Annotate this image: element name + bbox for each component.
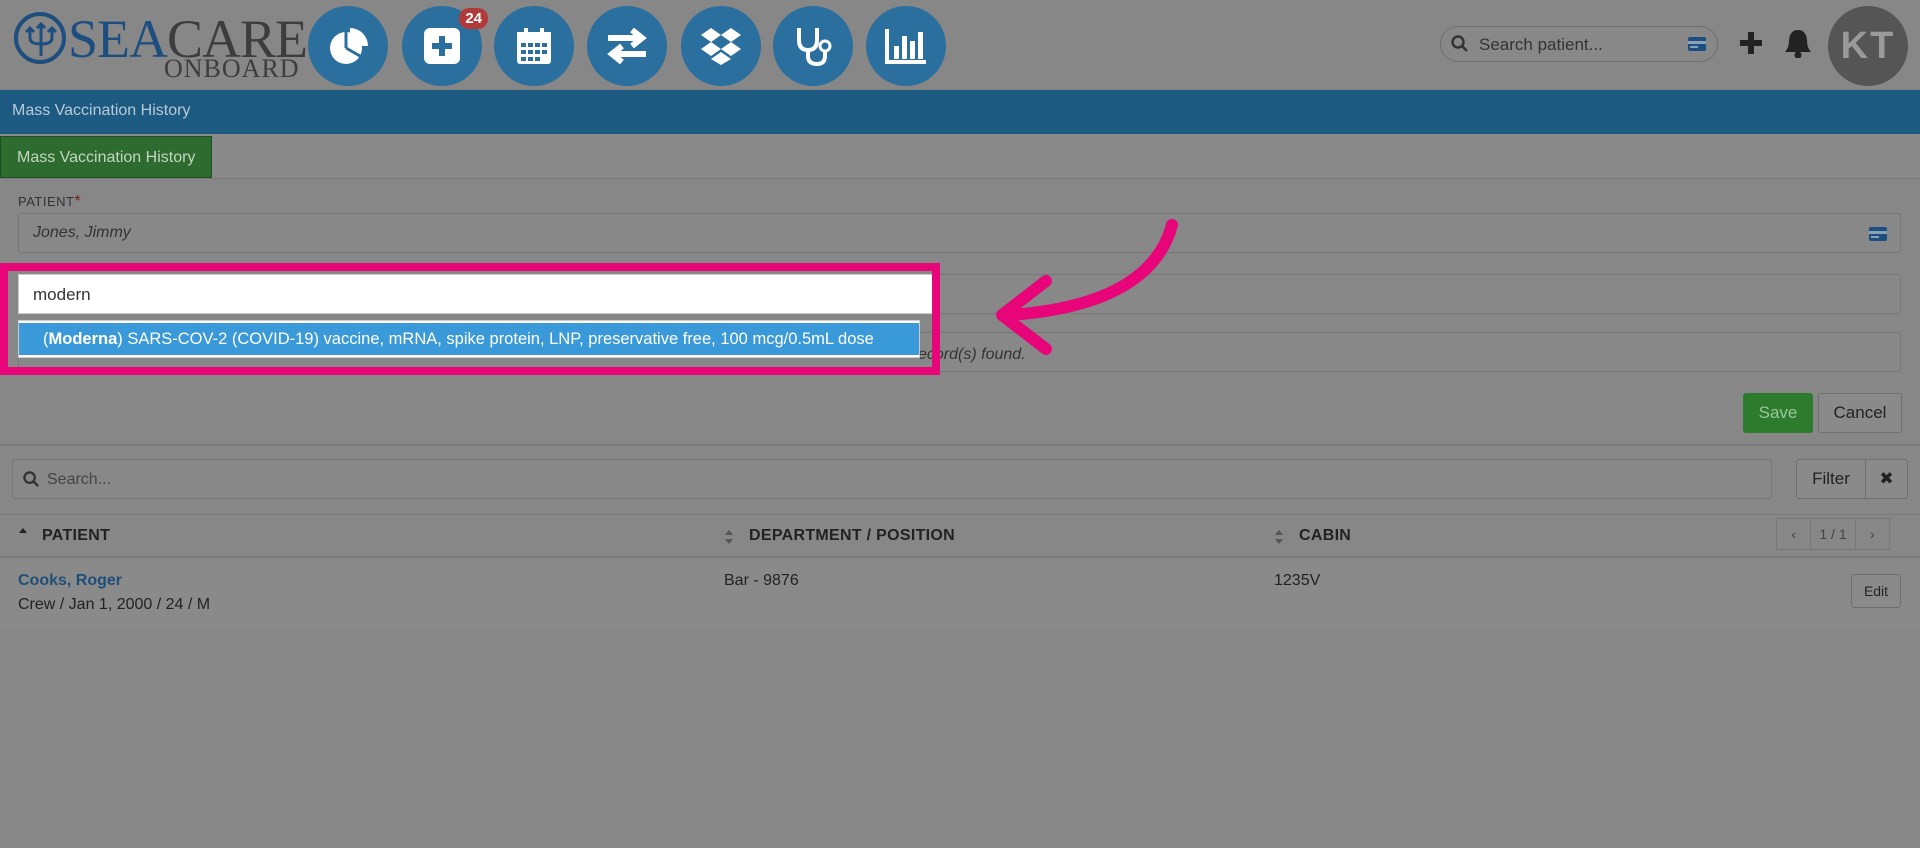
patient-search-input[interactable] xyxy=(1477,29,1681,61)
trident-icon xyxy=(14,12,66,64)
list-search-input[interactable] xyxy=(45,464,1649,496)
id-card-icon[interactable] xyxy=(1687,36,1707,52)
column-cabin[interactable]: CABIN xyxy=(1299,527,1351,545)
department-cell: Bar - 9876 xyxy=(724,572,799,589)
patient-value: Jones, Jimmy xyxy=(33,224,131,241)
search-icon xyxy=(23,471,39,487)
prev-page-button[interactable]: ‹ xyxy=(1777,519,1812,549)
tab-bar: Mass Vaccination History xyxy=(0,134,1920,179)
nav-stethoscope-button[interactable] xyxy=(773,6,853,86)
sort-asc-icon[interactable] xyxy=(18,527,28,535)
bell-icon[interactable] xyxy=(1784,28,1812,58)
sort-icon[interactable] xyxy=(724,529,734,545)
filter-button[interactable]: Filter xyxy=(1796,459,1866,499)
cancel-button[interactable]: Cancel xyxy=(1818,393,1902,433)
section-divider xyxy=(0,444,1920,446)
column-patient[interactable]: PATIENT xyxy=(42,527,110,545)
stethoscope-icon xyxy=(797,28,832,67)
tab-mass-vaccination-history[interactable]: Mass Vaccination History xyxy=(0,136,213,178)
dropbox-icon xyxy=(701,28,741,65)
search-icon xyxy=(1451,35,1468,52)
pagination: ‹ 1 / 1 › xyxy=(1776,518,1890,550)
next-page-button[interactable]: › xyxy=(1854,519,1889,549)
add-icon[interactable] xyxy=(1738,30,1764,56)
bar-chart-icon xyxy=(885,29,926,64)
calendar-icon xyxy=(517,28,551,64)
pie-chart-icon xyxy=(330,28,368,64)
patient-name-link[interactable]: Cooks, Roger xyxy=(18,572,122,590)
transfer-arrows-icon xyxy=(607,27,647,65)
edit-button[interactable]: Edit xyxy=(1851,574,1901,608)
patient-field[interactable]: Jones, Jimmy xyxy=(18,213,1901,253)
table-row: Cooks, Roger Crew / Jan 1, 2000 / 24 / M… xyxy=(0,558,1920,630)
brand-sub: ONBOARD xyxy=(164,54,300,83)
table-header: PATIENT DEPARTMENT / POSITION CABIN xyxy=(0,514,1920,558)
medical-plus-icon xyxy=(424,28,460,64)
column-department[interactable]: DEPARTMENT / POSITION xyxy=(749,527,955,545)
page-title-bar: Mass Vaccination History xyxy=(0,90,1920,134)
page-title: Mass Vaccination History xyxy=(12,102,191,119)
nav-reports-button[interactable] xyxy=(866,6,946,86)
annotation-arrow-icon xyxy=(996,219,1178,355)
cabin-cell: 1235V xyxy=(1274,572,1321,589)
nav-transfer-button[interactable] xyxy=(587,6,667,86)
list-search[interactable] xyxy=(12,459,1772,499)
notification-badge: 24 xyxy=(459,8,488,29)
clear-filter-button[interactable]: ✖ xyxy=(1866,459,1908,499)
nav-calendar-button[interactable] xyxy=(494,6,574,86)
patient-search[interactable] xyxy=(1440,26,1718,62)
top-navbar: SEACARE ONBOARD 24 KT xyxy=(0,0,1920,90)
seacare-logo[interactable]: SEACARE ONBOARD xyxy=(14,8,308,83)
patient-info: Crew / Jan 1, 2000 / 24 / M xyxy=(18,596,211,613)
sort-icon[interactable] xyxy=(1274,529,1284,545)
required-marker: * xyxy=(74,193,82,210)
nav-dashboard-button[interactable] xyxy=(308,6,388,86)
user-avatar[interactable]: KT xyxy=(1828,6,1908,86)
nav-medical-button[interactable]: 24 xyxy=(402,6,488,86)
page-indicator: 1 / 1 xyxy=(1819,526,1847,542)
highlight-box xyxy=(0,263,940,375)
nav-dropbox-button[interactable] xyxy=(681,6,761,86)
patient-label: PATIENT* xyxy=(18,193,82,210)
save-button[interactable]: Save xyxy=(1743,393,1813,433)
id-card-icon[interactable] xyxy=(1868,226,1888,242)
